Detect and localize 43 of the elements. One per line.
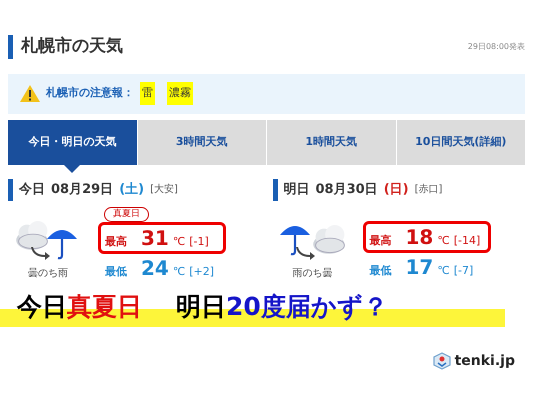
temp-diff: [-1] (189, 234, 209, 250)
date-label: 08月30日 (316, 180, 378, 199)
temp-diff: [-7] (454, 263, 474, 279)
temp-label: 最高 (105, 234, 127, 250)
date-label: 08月29日 (51, 180, 114, 199)
temp-label: 最低 (370, 263, 392, 279)
site-logo: tenki.jp (454, 352, 515, 370)
temp-value: 31 (141, 226, 169, 250)
temp-label: 最低 (105, 264, 127, 280)
weather-text: 雨のち曇 (292, 266, 332, 280)
temp-value: 18 (406, 224, 434, 248)
advisory-tag: 濃霧 (167, 82, 193, 105)
temp-unit: ℃ (172, 264, 186, 280)
temp-diff: [+2] (189, 264, 214, 280)
day-label: 明日 (284, 180, 310, 199)
temp-diff: [-14] (454, 232, 480, 248)
tab[interactable]: 3時間天気 (138, 120, 266, 164)
tab[interactable]: 1時間天気 (267, 120, 396, 164)
warning-icon (20, 85, 40, 102)
rokuyo-label: [赤口] (414, 182, 442, 197)
temp-value: 17 (406, 255, 434, 279)
weekday-label: (日) (384, 180, 409, 199)
day-label: 今日 (19, 180, 45, 199)
temp-unit: ℃ (437, 232, 450, 248)
tab[interactable]: 10日間天気(詳細) (396, 120, 525, 164)
page-title: 札幌市の天気 (21, 35, 123, 58)
weather-text: 曇のち雨 (28, 266, 68, 280)
temp-label: 最高 (370, 232, 392, 248)
advisory-tag: 雷 (140, 82, 155, 105)
tab[interactable]: 今日・明日の天気 (8, 120, 136, 164)
weekday-label: (土) (119, 180, 144, 199)
tab-pointer (64, 164, 80, 172)
rokuyo-label: [大安] (150, 182, 178, 197)
accent-bar (272, 178, 278, 200)
cube-icon (432, 352, 451, 370)
summer-day-badge: 真夏日 (104, 206, 149, 222)
accent-bar (8, 34, 13, 59)
temp-value: 24 (141, 256, 169, 280)
accent-bar (8, 178, 13, 200)
advisory-label: 札幌市の注意報： (46, 85, 134, 102)
temp-unit: ℃ (172, 234, 186, 250)
issued-time: 29日08:00発表 (468, 40, 525, 53)
temp-unit: ℃ (437, 263, 450, 279)
